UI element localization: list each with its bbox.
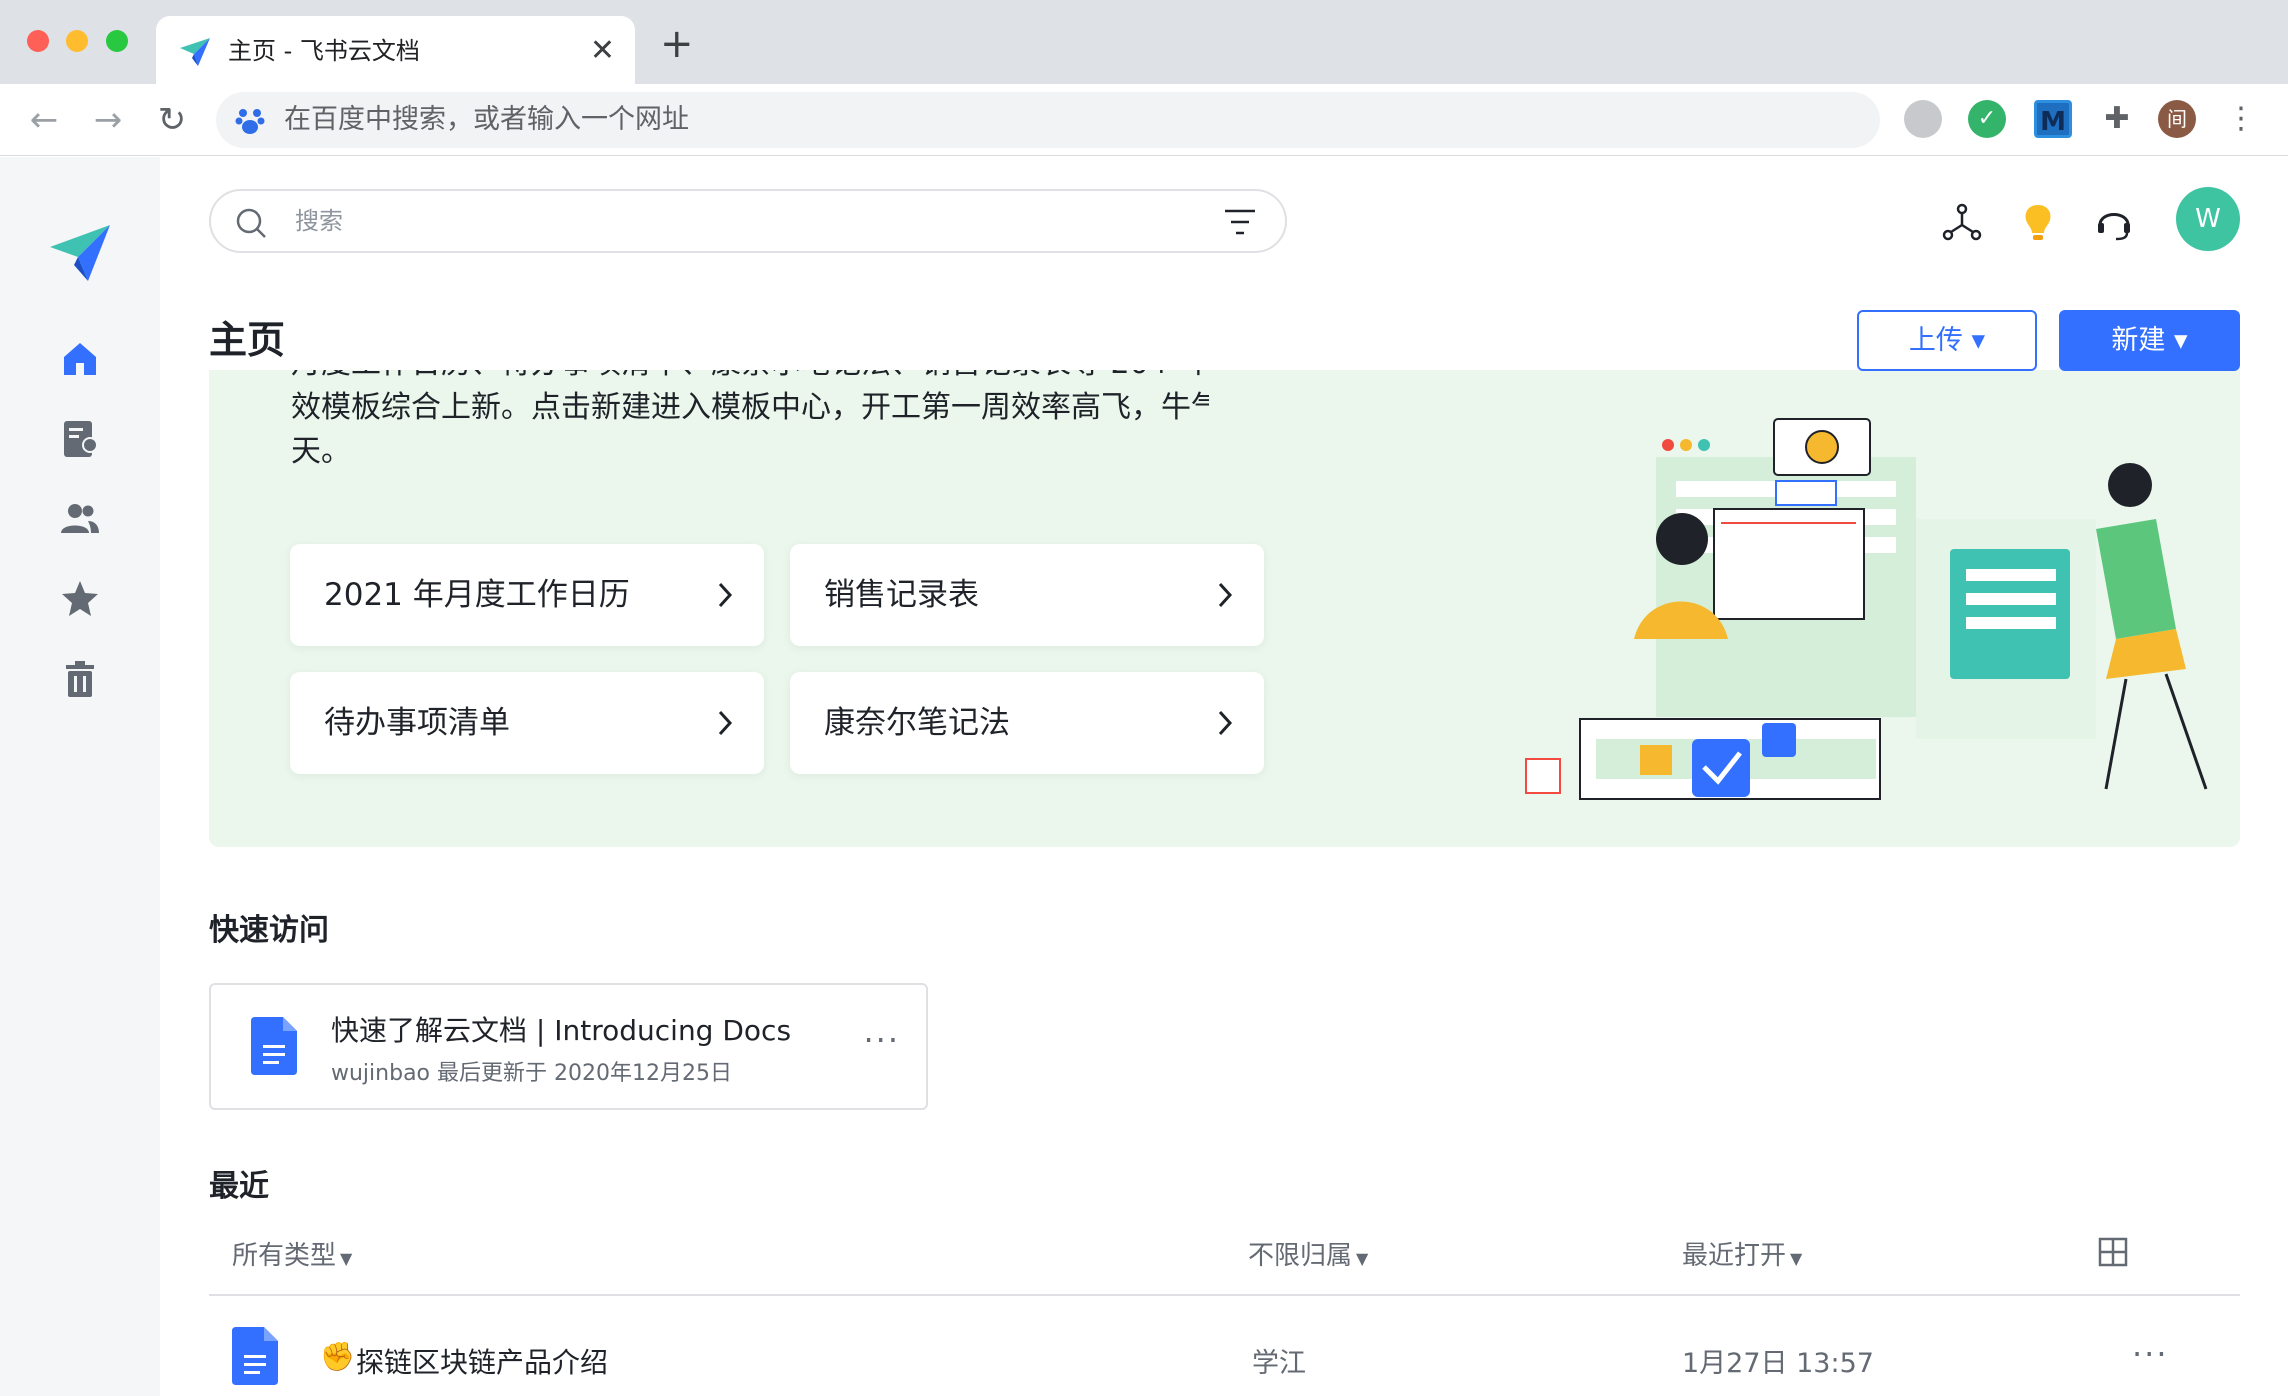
green-extension-icon[interactable]: ✓ [1968,100,2006,138]
window-close-button[interactable] [27,30,49,52]
window-minimize-button[interactable] [66,30,88,52]
type-filter-dropdown[interactable]: 所有类型 ▼ [232,1235,352,1272]
template-card-todo[interactable]: 待办事项清单 [290,672,764,774]
browser-toolbar: ← → ↻ 在百度中搜索，或者输入一个网址 ✓ M ✚ 间 ⋮ [0,84,2288,156]
more-options-icon[interactable]: ··· [2132,1335,2169,1373]
document-icon [232,1327,278,1385]
page-title: 主页 [209,318,286,362]
chevron-right-icon [1218,582,1233,608]
team-icon[interactable] [58,497,102,541]
caret-down-icon: ▼ [1790,1249,1803,1268]
template-label: 待办事项清单 [324,705,510,741]
search-icon [236,208,266,238]
network-icon[interactable] [1940,201,1984,245]
search-input[interactable] [295,191,1155,251]
extensions-puzzle-icon[interactable]: ✚ [2098,100,2136,138]
sort-filter-label: 最近打开 [1682,1241,1787,1271]
quick-access-card[interactable]: 快速了解云文档 | Introducing Docs wujinbao 最后更新… [209,983,928,1110]
window-zoom-button[interactable] [106,30,128,52]
row-doc-name[interactable]: 探链区块链产品介绍 [356,1341,608,1381]
new-button[interactable]: 新建 ▾ [2059,310,2240,371]
new-tab-button[interactable]: + [660,24,694,64]
reload-icon[interactable]: ↻ [148,96,196,144]
chevron-right-icon [718,710,733,736]
template-card-calendar[interactable]: 2021 年月度工作日历 [290,544,764,646]
caret-down-icon: ▼ [340,1249,353,1268]
app-sidebar [0,157,160,1396]
row-owner: 学江 [1252,1348,1306,1379]
forward-arrow-icon[interactable]: → [84,96,132,144]
browser-menu-icon[interactable]: ⋮ [2226,100,2256,138]
browser-tab-strip: 主页 - 飞书云文档 ✕ + [0,0,2288,84]
shared-docs-icon[interactable] [58,417,102,461]
profile-avatar[interactable]: 间 [2158,100,2196,138]
template-card-sales[interactable]: 销售记录表 [790,544,1264,646]
headset-icon[interactable] [2092,201,2136,245]
user-avatar[interactable]: W [2176,187,2240,251]
grid-view-icon[interactable] [2098,1237,2128,1267]
quick-access-doc-meta: wujinbao 最后更新于 2020年12月25日 [331,1061,732,1086]
chevron-right-icon [718,582,733,608]
star-icon[interactable] [58,577,102,621]
feishu-paper-plane-icon [180,38,210,66]
back-arrow-icon[interactable]: ← [20,96,68,144]
template-label: 2021 年月度工作日历 [324,577,630,613]
template-label: 销售记录表 [824,577,979,613]
caret-down-icon: ▼ [1356,1249,1369,1268]
banner-text: 月度工作日历、待办事项清单、康奈尔笔记法、销售记录表等 20+ 个高效模板综合上… [291,370,1209,469]
template-label: 康奈尔笔记法 [824,705,1010,741]
address-bar[interactable]: 在百度中搜索，或者输入一个网址 [216,92,1880,148]
globe-extension-icon[interactable] [1904,100,1942,138]
owner-filter-label: 不限归属 [1248,1241,1353,1271]
quick-access-title: 快速访问 [209,913,329,948]
search-box[interactable] [209,189,1287,253]
row-time: 1月27日 13:57 [1682,1348,1874,1379]
more-options-icon[interactable]: ··· [863,1021,900,1059]
template-card-cornell[interactable]: 康奈尔笔记法 [790,672,1264,774]
tab-title: 主页 - 飞书云文档 [228,37,420,65]
sort-filter-dropdown[interactable]: 最近打开 ▼ [1682,1235,1802,1272]
browser-tab[interactable]: 主页 - 飞书云文档 ✕ [156,16,635,84]
fist-emoji-icon: ✊ [320,1340,355,1373]
home-icon[interactable] [58,337,102,381]
tab-close-icon[interactable]: ✕ [590,34,615,68]
chevron-right-icon [1218,710,1233,736]
lightbulb-icon[interactable] [2016,201,2060,245]
main-content: W 主页 上传 ▾ 新建 ▾ 月度工作日历、待办事项清单、康奈尔笔记法、销售记录… [160,157,2288,1396]
upload-button[interactable]: 上传 ▾ [1857,310,2037,371]
quick-access-doc-title: 快速了解云文档 | Introducing Docs [331,1014,792,1047]
feishu-logo-icon[interactable] [48,219,112,283]
address-placeholder: 在百度中搜索，或者输入一个网址 [284,104,689,135]
divider [209,1294,2240,1296]
type-filter-label: 所有类型 [232,1241,337,1271]
banner-illustration [1525,418,2208,800]
owner-filter-dropdown[interactable]: 不限归属 ▼ [1248,1235,1368,1272]
recent-title: 最近 [209,1169,269,1204]
document-icon [251,1017,297,1075]
baidu-paw-icon [235,109,265,134]
trash-icon[interactable] [58,657,102,701]
m-extension-icon[interactable]: M [2034,100,2072,138]
filter-icon[interactable] [1223,207,1257,237]
